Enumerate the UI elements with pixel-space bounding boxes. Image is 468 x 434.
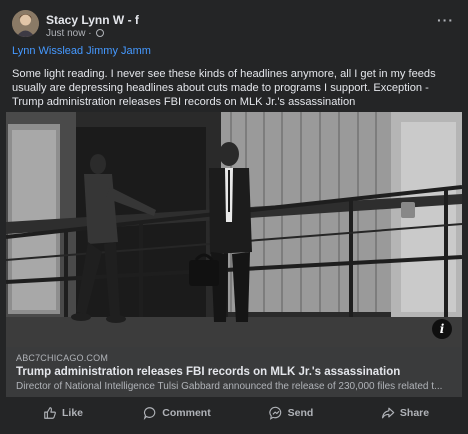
share-button[interactable]: Share (348, 400, 462, 426)
more-horizontal-icon[interactable]: ··· (437, 12, 454, 28)
link-description: Director of National Intelligence Tulsi … (16, 381, 443, 392)
link-preview[interactable]: ABC7CHICAGO.COM Trump administration rel… (6, 347, 462, 397)
globe-icon (96, 29, 105, 37)
link-preview-image[interactable]: i (6, 112, 462, 347)
share-label: Share (399, 407, 430, 419)
author-name[interactable]: Stacy Lynn W - f (46, 13, 139, 27)
comment-icon (144, 407, 156, 420)
send-label: Send (287, 407, 314, 419)
comment-button[interactable]: Comment (120, 400, 234, 426)
post-header: Stacy Lynn W - f Just now · ··· (12, 10, 456, 42)
link-domain: ABC7CHICAGO.COM (16, 353, 109, 363)
post-body-text: Some light reading. I never see these ki… (12, 68, 436, 108)
thumbs-up-icon (44, 407, 56, 419)
send-button[interactable]: Send (234, 400, 348, 426)
like-button[interactable]: Like (6, 400, 120, 426)
post-time[interactable]: Just now (46, 28, 85, 39)
share-icon (381, 407, 395, 419)
post-actions: Like Comment Send Share (6, 400, 462, 426)
avatar[interactable] (12, 10, 39, 37)
post-card: Stacy Lynn W - f Just now · ··· Lynn Wis… (0, 0, 468, 434)
like-label: Like (61, 407, 83, 419)
post-meta: Just now · (46, 28, 105, 39)
link-title[interactable]: Trump administration releases FBI record… (16, 366, 452, 378)
meta-separator: · (88, 28, 92, 39)
tagged-mention[interactable]: Lynn Wisslead Jimmy Jamm (12, 45, 151, 57)
messenger-icon (268, 406, 281, 420)
comment-label: Comment (162, 407, 211, 419)
info-icon[interactable]: i (432, 319, 452, 339)
